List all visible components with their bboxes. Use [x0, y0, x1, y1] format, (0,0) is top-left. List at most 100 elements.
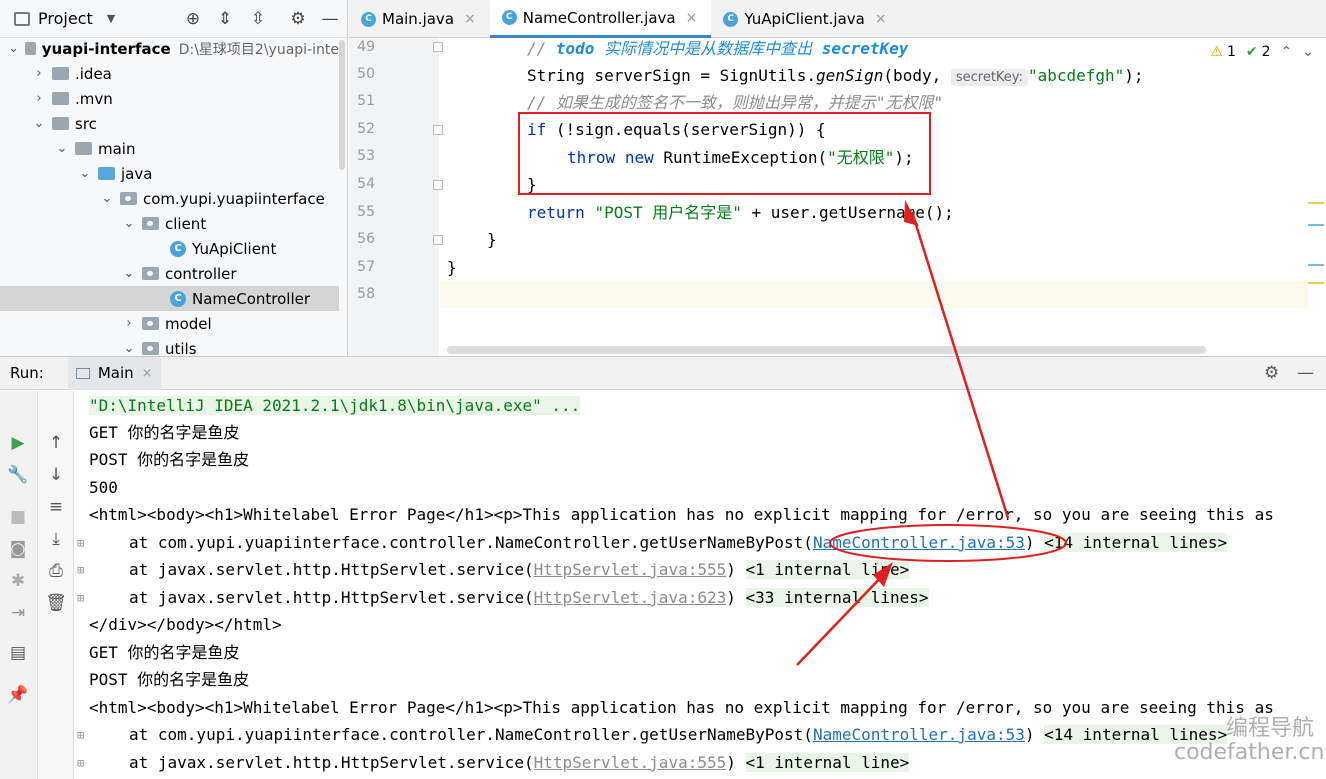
chevron-down-icon[interactable]: ▼: [107, 12, 115, 25]
tree-item-src[interactable]: ⌄ src: [0, 111, 339, 136]
tree-item-controller[interactable]: ⌄ controller: [0, 261, 339, 286]
line-number: 49: [357, 39, 375, 55]
code-editor: C Main.java × C NameController.java × C …: [349, 0, 1326, 356]
project-view-selector[interactable]: Project: [38, 9, 93, 28]
internal-lines-fold[interactable]: <1 internal line>: [745, 753, 910, 772]
internal-lines-fold[interactable]: <1 internal line>: [745, 560, 910, 579]
minimize-icon[interactable]: —: [1297, 363, 1314, 383]
line-number: 53: [357, 148, 375, 164]
source-link[interactable]: HttpServlet.java:555: [534, 560, 727, 579]
soft-wrap-icon[interactable]: ≡: [38, 497, 74, 517]
console-output[interactable]: "D:\IntelliJ IDEA 2021.2.1\jdk1.8\bin\ja…: [75, 391, 1326, 779]
login-icon[interactable]: ⇥: [0, 603, 36, 623]
print-icon[interactable]: ⎙: [38, 561, 74, 581]
gear-icon[interactable]: ⚙: [288, 9, 308, 29]
tree-item-java[interactable]: ⌄ java: [0, 161, 339, 186]
class-icon: C: [501, 10, 517, 25]
pin-icon[interactable]: 📌: [0, 685, 36, 705]
chevron-down-icon[interactable]: ⌄: [78, 166, 92, 181]
chevron-down-icon[interactable]: ⌄: [122, 266, 136, 281]
tab-yuapiclient-java[interactable]: C YuApiClient.java ×: [711, 0, 900, 38]
package-icon: [142, 342, 159, 355]
line-number: 58: [357, 286, 375, 302]
camera-icon[interactable]: ◙: [0, 539, 36, 559]
tree-item-client[interactable]: ⌄ client: [0, 211, 339, 236]
project-scrollbar[interactable]: [339, 40, 345, 170]
tree-item-package[interactable]: ⌄ com.yupi.yuapiinterface: [0, 186, 339, 211]
close-icon[interactable]: ×: [875, 11, 887, 27]
chevron-down-icon[interactable]: ⌄: [100, 191, 114, 206]
module-folder-icon: [24, 42, 36, 55]
locate-icon[interactable]: ⊕: [183, 9, 203, 29]
run-tab-main[interactable]: Main ×: [67, 356, 161, 390]
chevron-down-icon[interactable]: ⌄: [32, 116, 46, 131]
code-text: String serverSign = SignUtils.: [527, 66, 816, 85]
minimize-icon[interactable]: —: [320, 9, 340, 29]
wrench-icon[interactable]: 🔧: [0, 465, 36, 485]
code-text: + user.getUsername();: [741, 203, 954, 222]
tab-namecontroller-java[interactable]: C NameController.java ×: [489, 0, 712, 38]
project-icon: [14, 11, 30, 26]
close-icon[interactable]: ×: [464, 11, 476, 27]
tab-label: Main.java: [382, 10, 455, 28]
tree-item-mvn[interactable]: › .mvn: [0, 86, 339, 111]
command-line[interactable]: "D:\IntelliJ IDEA 2021.2.1\jdk1.8\bin\ja…: [89, 396, 581, 415]
run-icon[interactable]: ▶: [0, 433, 36, 453]
gear-icon[interactable]: ⚙: [1264, 363, 1279, 383]
expand-icon[interactable]: ⊞: [77, 756, 84, 770]
code-area[interactable]: // todo 实际情况中是从数据库中查出 secretKey String s…: [440, 38, 1308, 356]
error-stripe-marker[interactable]: [1308, 202, 1324, 204]
tree-item-utils[interactable]: ⌄ utils: [0, 336, 339, 357]
internal-lines-fold[interactable]: <33 internal lines>: [745, 588, 929, 607]
error-stripe-marker[interactable]: [1308, 264, 1324, 266]
chevron-down-icon[interactable]: ⌄: [55, 141, 69, 156]
tree-item-namecontroller[interactable]: C NameController: [0, 286, 339, 311]
chevron-right-icon[interactable]: ›: [122, 316, 136, 331]
source-link[interactable]: HttpServlet.java:623: [534, 588, 727, 607]
source-link[interactable]: NameController.java:53: [813, 725, 1025, 744]
tree-item-yuapiclient[interactable]: C YuApiClient: [0, 236, 339, 261]
tree-item-main[interactable]: ⌄ main: [0, 136, 339, 161]
close-icon[interactable]: ×: [686, 10, 698, 26]
scroll-to-end-icon[interactable]: ⤓: [38, 529, 74, 549]
folder-icon: [52, 67, 69, 80]
tree-item-yuapi-interface[interactable]: ⌄ yuapi-interface D:\星球项目2\yuapi-inte: [0, 36, 339, 61]
tab-label: NameController.java: [522, 8, 676, 27]
console-line: GET 你的名字是鱼皮: [89, 643, 240, 662]
tree-item-label: .idea: [75, 64, 112, 83]
layout-icon[interactable]: ▤: [0, 643, 36, 663]
expand-icon[interactable]: ⊞: [77, 728, 84, 742]
stack-text: at com.yupi.yuapiinterface.controller.Na…: [129, 725, 813, 744]
close-icon[interactable]: ×: [142, 366, 153, 381]
tree-item-model[interactable]: › model: [0, 311, 339, 336]
class-icon: C: [170, 240, 186, 257]
code-line-55: return "POST 用户名字是" + user.getUsername()…: [440, 199, 1308, 226]
source-link[interactable]: HttpServlet.java:555: [534, 753, 727, 772]
expand-icon[interactable]: ⊞: [77, 563, 84, 577]
editor-horizontal-scrollbar[interactable]: [447, 346, 1206, 354]
internal-lines-fold[interactable]: <14 internal lines>: [1044, 533, 1228, 552]
code-line-56: }: [440, 226, 1308, 253]
chevron-down-icon[interactable]: ⌄: [122, 216, 136, 231]
expand-icon[interactable]: ⊞: [77, 591, 84, 605]
debug-icon[interactable]: ✱: [0, 571, 36, 591]
error-stripe-marker[interactable]: [1308, 282, 1324, 284]
chevron-down-icon[interactable]: ⌄: [8, 41, 19, 56]
collapse-all-icon[interactable]: ⇳: [248, 9, 268, 29]
tree-item-idea[interactable]: › .idea: [0, 61, 339, 86]
down-arrow-icon[interactable]: ↓: [38, 465, 74, 485]
expand-icon[interactable]: ⊞: [77, 536, 84, 550]
expand-all-icon[interactable]: ⇕: [215, 9, 235, 29]
source-link[interactable]: NameController.java:53: [813, 533, 1025, 552]
stop-icon[interactable]: ■: [0, 507, 36, 527]
stack-trace-line: at com.yupi.yuapiinterface.controller.Na…: [129, 529, 1326, 556]
error-stripe-marker[interactable]: [1308, 224, 1324, 226]
chevron-right-icon[interactable]: ›: [32, 91, 46, 106]
line-number: 52: [357, 121, 375, 137]
tab-main-java[interactable]: C Main.java ×: [349, 0, 490, 38]
chevron-right-icon[interactable]: ›: [32, 66, 46, 81]
chevron-down-icon[interactable]: ⌄: [122, 341, 136, 356]
trash-icon[interactable]: 🗑: [38, 593, 74, 613]
tree-item-label: src: [75, 114, 97, 133]
up-arrow-icon[interactable]: ↑: [38, 433, 74, 453]
